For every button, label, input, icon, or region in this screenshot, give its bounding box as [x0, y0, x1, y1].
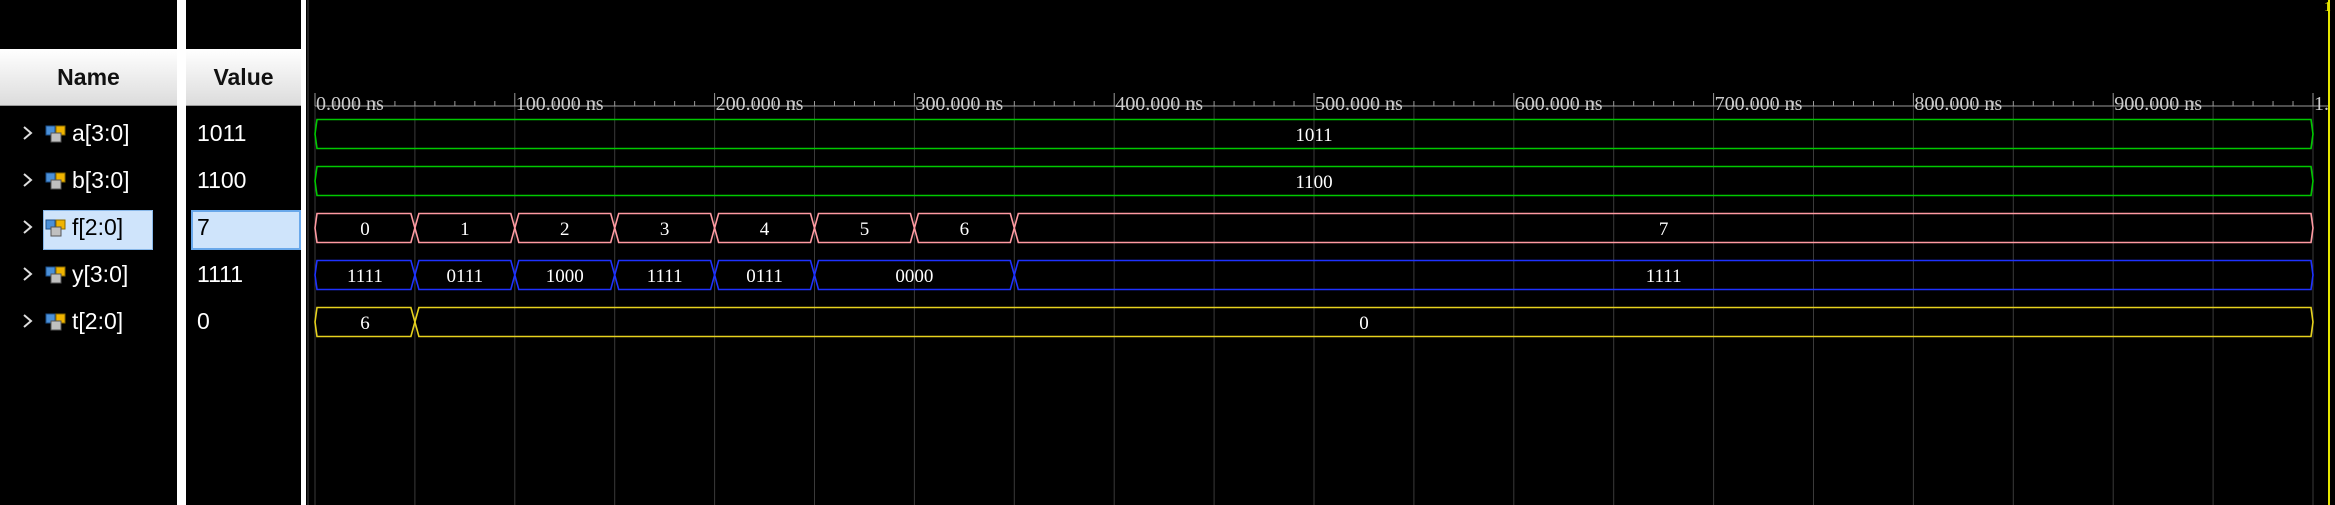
tick-label: 0.000 ns	[316, 93, 384, 115]
waveform-canvas[interactable]: 0.000 ns 100.000 ns 200.000 ns 300.000 ns 40…	[306, 0, 2335, 505]
value-row[interactable]: 1100	[186, 157, 301, 204]
tick-label: 400.000 ns	[1115, 93, 1203, 115]
value-row[interactable]: 1011	[186, 110, 301, 157]
bus-signal-icon	[45, 172, 66, 190]
tick-label: 300.000 ns	[915, 93, 1003, 115]
name-panel: Name a[3:0] b[3:0] f[2:0] y[3:0] t[2:0]	[0, 0, 177, 505]
segment-value: 1111	[1646, 266, 1682, 287]
segment-value: 1000	[546, 266, 584, 287]
value-row[interactable]: 0	[186, 298, 301, 345]
segment-value: 0	[360, 219, 370, 240]
signal-name: a[3:0]	[72, 120, 130, 146]
bus-signal-icon	[45, 313, 66, 331]
name-column-header[interactable]: Name	[0, 49, 177, 106]
signal-value: 0	[197, 308, 210, 334]
value-row[interactable]: 1111	[186, 251, 301, 298]
segment-value: 2	[560, 219, 570, 240]
signal-row[interactable]: t[2:0]	[0, 298, 177, 345]
signal-row[interactable]: b[3:0]	[0, 157, 177, 204]
waveform-viewer: Name a[3:0] b[3:0] f[2:0] y[3:0] t[2:0] …	[0, 0, 2335, 505]
tick-label: 100.000 ns	[516, 93, 604, 115]
column-splitter[interactable]	[177, 0, 186, 505]
segment-value: 1100	[1295, 172, 1332, 193]
segment-value: 6	[960, 219, 970, 240]
signal-row[interactable]: a[3:0]	[0, 110, 177, 157]
chevron-right-icon[interactable]	[19, 265, 37, 283]
bus-signal-icon	[45, 266, 66, 284]
segment-value: 0111	[447, 266, 484, 287]
signal-value: 1100	[197, 167, 247, 193]
segment-value: 5	[860, 219, 870, 240]
signal-name: t[2:0]	[72, 308, 124, 334]
segment-value: 0	[1359, 313, 1369, 334]
segment-value: 7	[1659, 219, 1669, 240]
tick-label: 900.000 ns	[2114, 93, 2202, 115]
chevron-right-icon[interactable]	[19, 218, 37, 236]
tick-label: 200.000 ns	[716, 93, 804, 115]
segment-value: 0111	[746, 266, 783, 287]
chevron-right-icon[interactable]	[19, 124, 37, 142]
time-ruler[interactable]: 0.000 ns 100.000 ns 200.000 ns 300.000 ns 40…	[314, 93, 2329, 115]
segment-value: 1111	[347, 266, 383, 287]
chevron-right-icon[interactable]	[19, 171, 37, 189]
signal-name: f[2:0]	[72, 214, 124, 240]
cursor-label: 1	[2324, 0, 2331, 15]
signal-value: 1011	[197, 120, 247, 146]
tick-label: 500.000 ns	[1315, 93, 1403, 115]
signal-value: 7	[197, 214, 210, 240]
tick-label: 800.000 ns	[1914, 93, 2002, 115]
tick-label: 700.000 ns	[1715, 93, 1803, 115]
chevron-right-icon[interactable]	[19, 312, 37, 330]
bus-signal-icon	[45, 125, 66, 143]
signal-row[interactable]: y[3:0]	[0, 251, 177, 298]
tick-label: 1.	[2314, 93, 2329, 115]
value-column-header[interactable]: Value	[186, 49, 301, 106]
segment-value: 1	[460, 219, 470, 240]
segment-value: 3	[660, 219, 670, 240]
signal-value: 1111	[197, 261, 244, 287]
segment-value: 1011	[1295, 125, 1332, 146]
waveform-panel[interactable]: 0.000 ns 100.000 ns 200.000 ns 300.000 ns 40…	[306, 0, 2335, 505]
value-panel: Value 1011 1100 7 1111 0	[186, 0, 301, 505]
signal-name: y[3:0]	[72, 261, 129, 287]
tick-label: 600.000 ns	[1515, 93, 1603, 115]
segment-value: 1111	[647, 266, 683, 287]
segment-value: 6	[360, 313, 370, 334]
signal-name: b[3:0]	[72, 167, 130, 193]
segment-value: 4	[760, 219, 770, 240]
value-row[interactable]: 7	[186, 204, 301, 251]
bus-signal-icon	[45, 219, 66, 237]
segment-value: 0000	[895, 266, 933, 287]
time-cursor[interactable]: 1	[2324, 0, 2331, 505]
signal-row[interactable]: f[2:0]	[0, 204, 177, 251]
